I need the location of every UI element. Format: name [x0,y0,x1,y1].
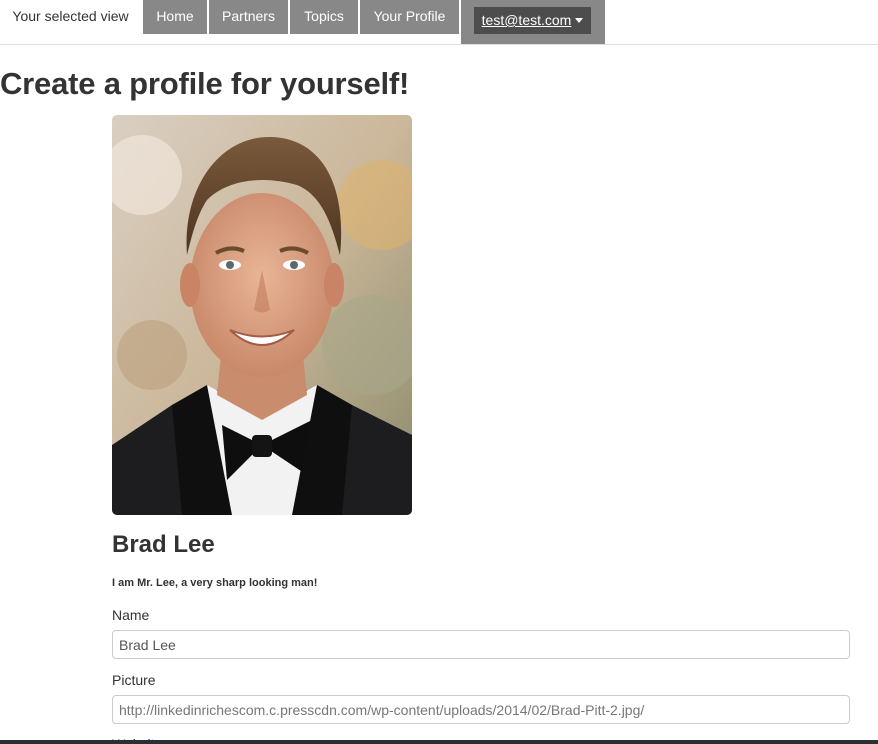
nav-current-view: Your selected view [12,8,129,24]
name-input[interactable] [112,630,850,659]
nav-tab-topics[interactable]: Topics [290,0,358,34]
picture-url-input[interactable] [112,695,850,724]
profile-bio: I am Mr. Lee, a very sharp looking man! [112,577,318,589]
top-navigation: Your selected view Home Partners Topics … [0,0,878,45]
caret-down-icon [575,17,584,23]
page: Your selected view Home Partners Topics … [0,0,878,744]
nav-tab-home[interactable]: Home [143,0,207,34]
picture-label: Picture [112,672,156,688]
profile-name: Brad Lee [112,531,215,558]
nav-tab-your-profile[interactable]: Your Profile [360,0,459,34]
user-email: test@test.com [481,12,572,28]
user-menu-button[interactable]: test@test.com [474,7,591,34]
name-label: Name [112,607,150,623]
profile-photo [112,115,412,515]
bottom-edge [0,740,878,744]
page-title: Create a profile for yourself! [0,66,410,101]
nav-tab-partners[interactable]: Partners [209,0,288,34]
user-menu-container: test@test.com [461,0,605,44]
